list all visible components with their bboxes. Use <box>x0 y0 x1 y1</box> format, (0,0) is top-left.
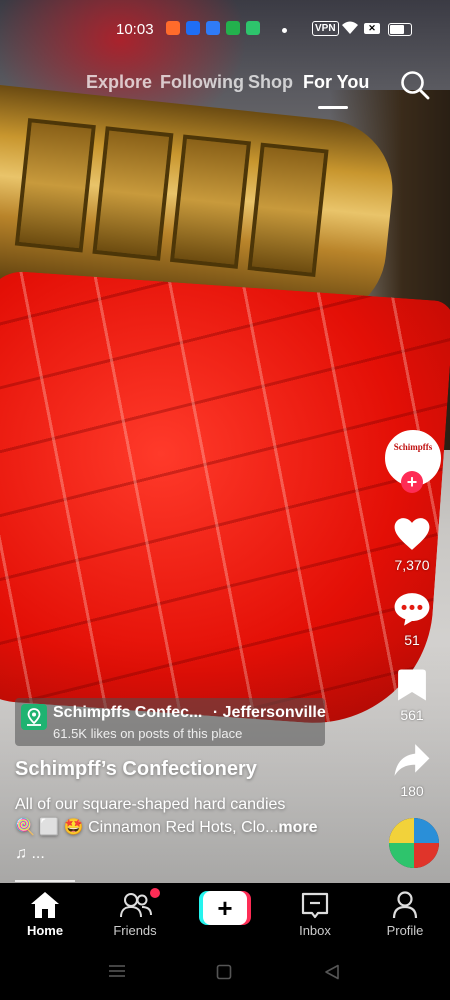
battery-icon <box>388 23 412 36</box>
home-icon <box>31 892 59 918</box>
recents-icon[interactable] <box>108 964 126 978</box>
save-button[interactable]: 561 <box>384 668 440 723</box>
app-icon <box>166 21 180 35</box>
post-description: All of our square-shaped hard candies 🍭 … <box>15 793 365 839</box>
nav-home[interactable]: Home <box>5 883 85 940</box>
vpn-icon: VPN <box>312 21 339 36</box>
heart-icon <box>394 518 430 550</box>
status-time: 10:03 <box>116 21 154 38</box>
friends-notification-badge <box>150 888 160 898</box>
nav-friends-label: Friends <box>113 923 157 938</box>
video-frame[interactable] <box>0 0 450 883</box>
place-name: Schimpffs Confec... <box>53 704 203 721</box>
nav-friends[interactable]: Friends <box>95 883 175 940</box>
video-progress-bar[interactable] <box>15 880 75 882</box>
description-line-1: All of our square-shaped hard candies <box>15 796 286 813</box>
creator-logo: Schimpffs <box>393 442 433 452</box>
create-button[interactable]: + <box>199 891 251 925</box>
tab-explore[interactable]: Explore <box>86 72 152 93</box>
comment-button[interactable]: 51 <box>384 591 440 648</box>
comment-icon <box>394 593 430 626</box>
no-signal-icon: ✕ <box>364 23 380 34</box>
comment-count: 51 <box>404 632 420 648</box>
place-city: · Jeffersonville <box>212 704 326 721</box>
share-count: 180 <box>400 783 424 799</box>
bottom-nav: Home Friends + Inbox Profile <box>0 883 450 940</box>
plus-icon: + <box>203 891 247 925</box>
wifi-icon <box>342 21 358 34</box>
music-label[interactable]: ♫ ... <box>15 845 45 863</box>
search-icon[interactable] <box>400 70 430 100</box>
description-emoji: 🍭 ⬜ 🤩 <box>15 819 84 836</box>
like-count: 7,370 <box>394 557 430 573</box>
description-line-2: Cinnamon Red Hots, Clo... <box>83 819 279 836</box>
nav-profile-label: Profile <box>386 923 424 938</box>
like-button[interactable]: 7,370 <box>384 516 440 573</box>
app-icon <box>186 21 200 35</box>
friends-icon <box>120 893 152 918</box>
tab-shop[interactable]: Shop <box>248 72 293 93</box>
top-nav: Explore Following Shop For You <box>0 72 450 109</box>
save-count: 561 <box>400 707 424 723</box>
status-bar: 10:03 VPN ✕ <box>0 18 450 42</box>
location-pin-icon <box>21 704 47 730</box>
system-nav-bar <box>0 940 450 1000</box>
nav-inbox[interactable]: Inbox <box>275 883 355 940</box>
tab-for-you[interactable]: For You <box>303 72 369 93</box>
notification-dot <box>282 28 287 33</box>
active-tab-indicator <box>318 106 348 109</box>
app-icon <box>226 21 240 35</box>
music-disc[interactable] <box>389 818 439 868</box>
nav-profile[interactable]: Profile <box>365 883 445 940</box>
share-icon <box>394 744 430 776</box>
follow-button[interactable]: + <box>401 471 423 493</box>
nav-inbox-label: Inbox <box>299 923 331 938</box>
bookmark-icon <box>398 669 426 701</box>
home-button-icon[interactable] <box>216 964 232 980</box>
place-tag[interactable]: Schimpffs Confec... · Jeffersonville 61.… <box>15 698 326 746</box>
notification-app-icons <box>166 21 260 35</box>
more-link[interactable]: more <box>278 819 317 836</box>
tab-following[interactable]: Following <box>160 72 244 93</box>
nav-home-label: Home <box>26 923 64 938</box>
app-icon <box>206 21 220 35</box>
inbox-icon <box>301 892 329 919</box>
place-likes: 61.5K likes on posts of this place <box>53 726 243 741</box>
back-icon[interactable] <box>324 964 340 980</box>
post-title[interactable]: Schimpff’s Confectionery <box>15 758 257 781</box>
profile-icon <box>392 891 418 919</box>
share-button[interactable]: 180 <box>384 742 440 799</box>
app-icon <box>246 21 260 35</box>
